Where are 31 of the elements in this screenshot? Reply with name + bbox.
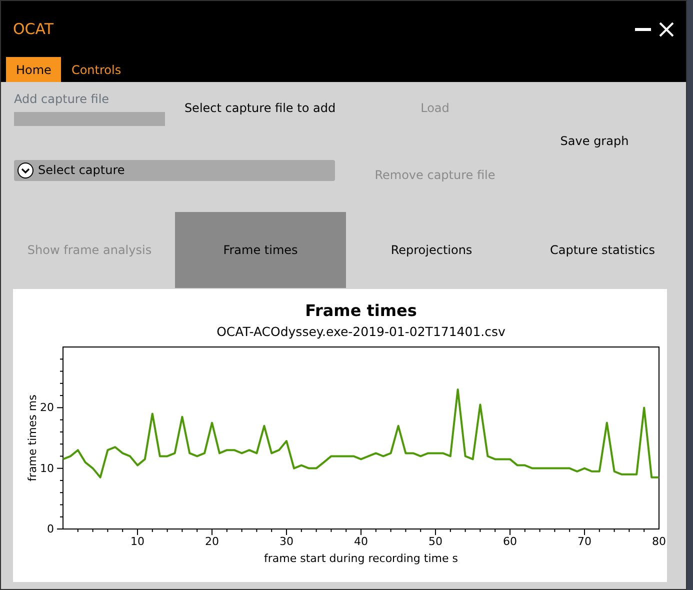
save-graph-button[interactable]: Save graph bbox=[515, 132, 674, 150]
chart-subtitle: OCAT-ACOdyssey.exe-2019-01-02T171401.csv bbox=[216, 324, 506, 339]
view-tab[interactable]: Reprojections bbox=[346, 212, 517, 288]
chevron-down-icon bbox=[17, 162, 34, 178]
x-tick-label: 70 bbox=[578, 535, 592, 548]
chart-title: Frame times bbox=[305, 301, 417, 320]
x-tick-label: 40 bbox=[354, 535, 368, 548]
y-axis-label: frame times ms bbox=[26, 394, 39, 482]
capture-dropdown[interactable]: Select capture bbox=[14, 160, 335, 180]
file-path-field[interactable] bbox=[14, 112, 165, 126]
x-tick-label: 30 bbox=[280, 535, 294, 548]
field-label: Add capture file bbox=[14, 91, 110, 108]
view-tab[interactable]: Frame times bbox=[175, 212, 346, 288]
y-tick-label: 10 bbox=[40, 462, 54, 475]
view-tab[interactable]: Capture statistics bbox=[517, 212, 688, 288]
close-icon[interactable] bbox=[659, 22, 674, 36]
x-tick-label: 50 bbox=[428, 535, 442, 548]
menu-tab[interactable]: Home bbox=[6, 57, 62, 82]
select-file-button[interactable]: Select capture file to add bbox=[165, 99, 355, 117]
window-title: OCAT bbox=[13, 18, 54, 40]
y-tick-mark bbox=[56, 468, 64, 469]
x-axis-label: frame start during recording time s bbox=[264, 552, 458, 565]
y-tick-label: 20 bbox=[40, 401, 54, 414]
y-tick-mark bbox=[56, 407, 64, 408]
x-tick-label: 80 bbox=[652, 535, 666, 548]
minimize-icon[interactable] bbox=[635, 28, 651, 30]
x-tick-label: 60 bbox=[503, 535, 517, 548]
y-tick-label: 0 bbox=[47, 522, 54, 536]
x-tick-label: 20 bbox=[205, 535, 219, 548]
x-tick-label: 10 bbox=[130, 535, 144, 548]
y-tick-mark bbox=[56, 528, 64, 530]
